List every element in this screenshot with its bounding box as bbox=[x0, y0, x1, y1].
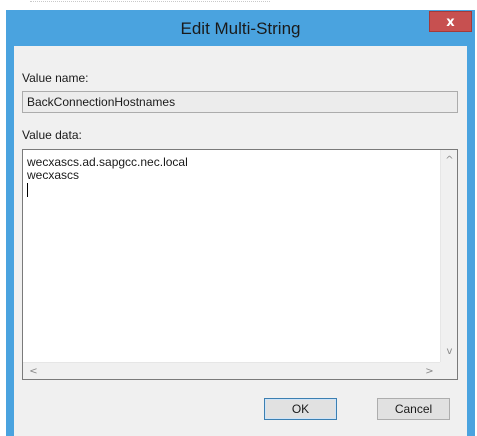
dialog-title: Edit Multi-String bbox=[180, 19, 301, 38]
cancel-button[interactable]: Cancel bbox=[377, 398, 450, 420]
close-button[interactable]: x bbox=[429, 11, 472, 32]
scroll-left-icon[interactable]: < bbox=[25, 363, 42, 380]
background-window-strip bbox=[0, 0, 477, 10]
scroll-up-icon[interactable]: ^ bbox=[441, 152, 458, 169]
value-name-field: BackConnectionHostnames bbox=[22, 91, 458, 113]
value-name-label: Value name: bbox=[22, 71, 89, 85]
close-icon: x bbox=[446, 15, 455, 30]
scroll-right-icon[interactable]: > bbox=[421, 363, 438, 380]
value-data-line: wecxascs bbox=[27, 168, 80, 182]
value-data-text: wecxascs.ad.sapgcc.nec.local wecxascs bbox=[27, 156, 188, 197]
background-dotted-line bbox=[30, 0, 270, 2]
text-caret bbox=[27, 183, 28, 197]
value-data-label: Value data: bbox=[22, 128, 82, 142]
value-data-textarea[interactable]: wecxascs.ad.sapgcc.nec.local wecxascs ^ … bbox=[22, 149, 458, 380]
scrollbar-corner bbox=[440, 362, 457, 379]
horizontal-scrollbar[interactable]: < > bbox=[23, 362, 440, 379]
scroll-down-icon[interactable]: v bbox=[441, 343, 458, 360]
title-bar[interactable]: Edit Multi-String x bbox=[6, 10, 475, 46]
vertical-scrollbar[interactable]: ^ v bbox=[440, 150, 457, 362]
dialog-client-area: Value name: BackConnectionHostnames Valu… bbox=[14, 46, 467, 436]
ok-button[interactable]: OK bbox=[264, 398, 337, 420]
edit-multi-string-dialog: Edit Multi-String x Value name: BackConn… bbox=[6, 10, 475, 436]
